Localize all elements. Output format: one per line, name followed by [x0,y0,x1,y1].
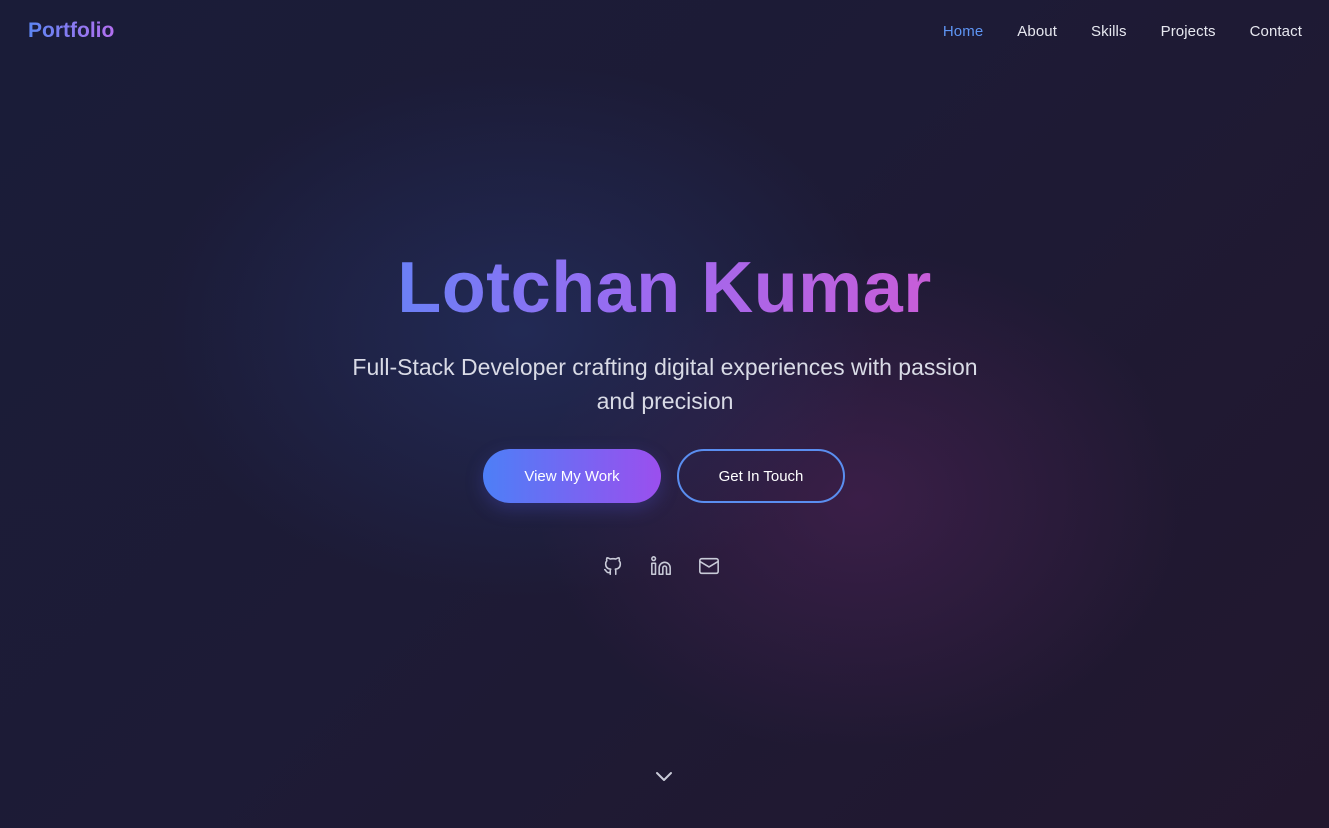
nav-link-home[interactable]: Home [943,23,983,40]
chevron-down-icon[interactable] [652,767,676,787]
nav-link-about[interactable]: About [1017,23,1057,40]
nav-link-projects[interactable]: Projects [1161,23,1216,40]
mail-icon[interactable] [696,553,722,579]
hero-name: Lotchan Kumar [0,246,1329,330]
nav-link-skills[interactable]: Skills [1091,23,1127,40]
nav-links: Home About Skills Projects Contact [943,23,1302,40]
brand-logo[interactable]: Portfolio [28,19,114,43]
nav-link-contact[interactable]: Contact [1250,23,1302,40]
hero-subtitle: Full-Stack Developer crafting digital ex… [352,354,978,414]
github-icon[interactable] [600,553,626,579]
linkedin-icon[interactable] [648,553,674,579]
social-links [600,553,722,579]
hero-name-text: Lotchan Kumar [397,248,932,328]
get-in-touch-button[interactable]: Get In Touch [677,449,845,503]
top-navbar: Portfolio Home About Skills Projects Con… [0,0,1329,66]
view-my-work-button[interactable]: View My Work [483,449,661,503]
portfolio-page: Portfolio Home About Skills Projects Con… [0,0,1329,828]
